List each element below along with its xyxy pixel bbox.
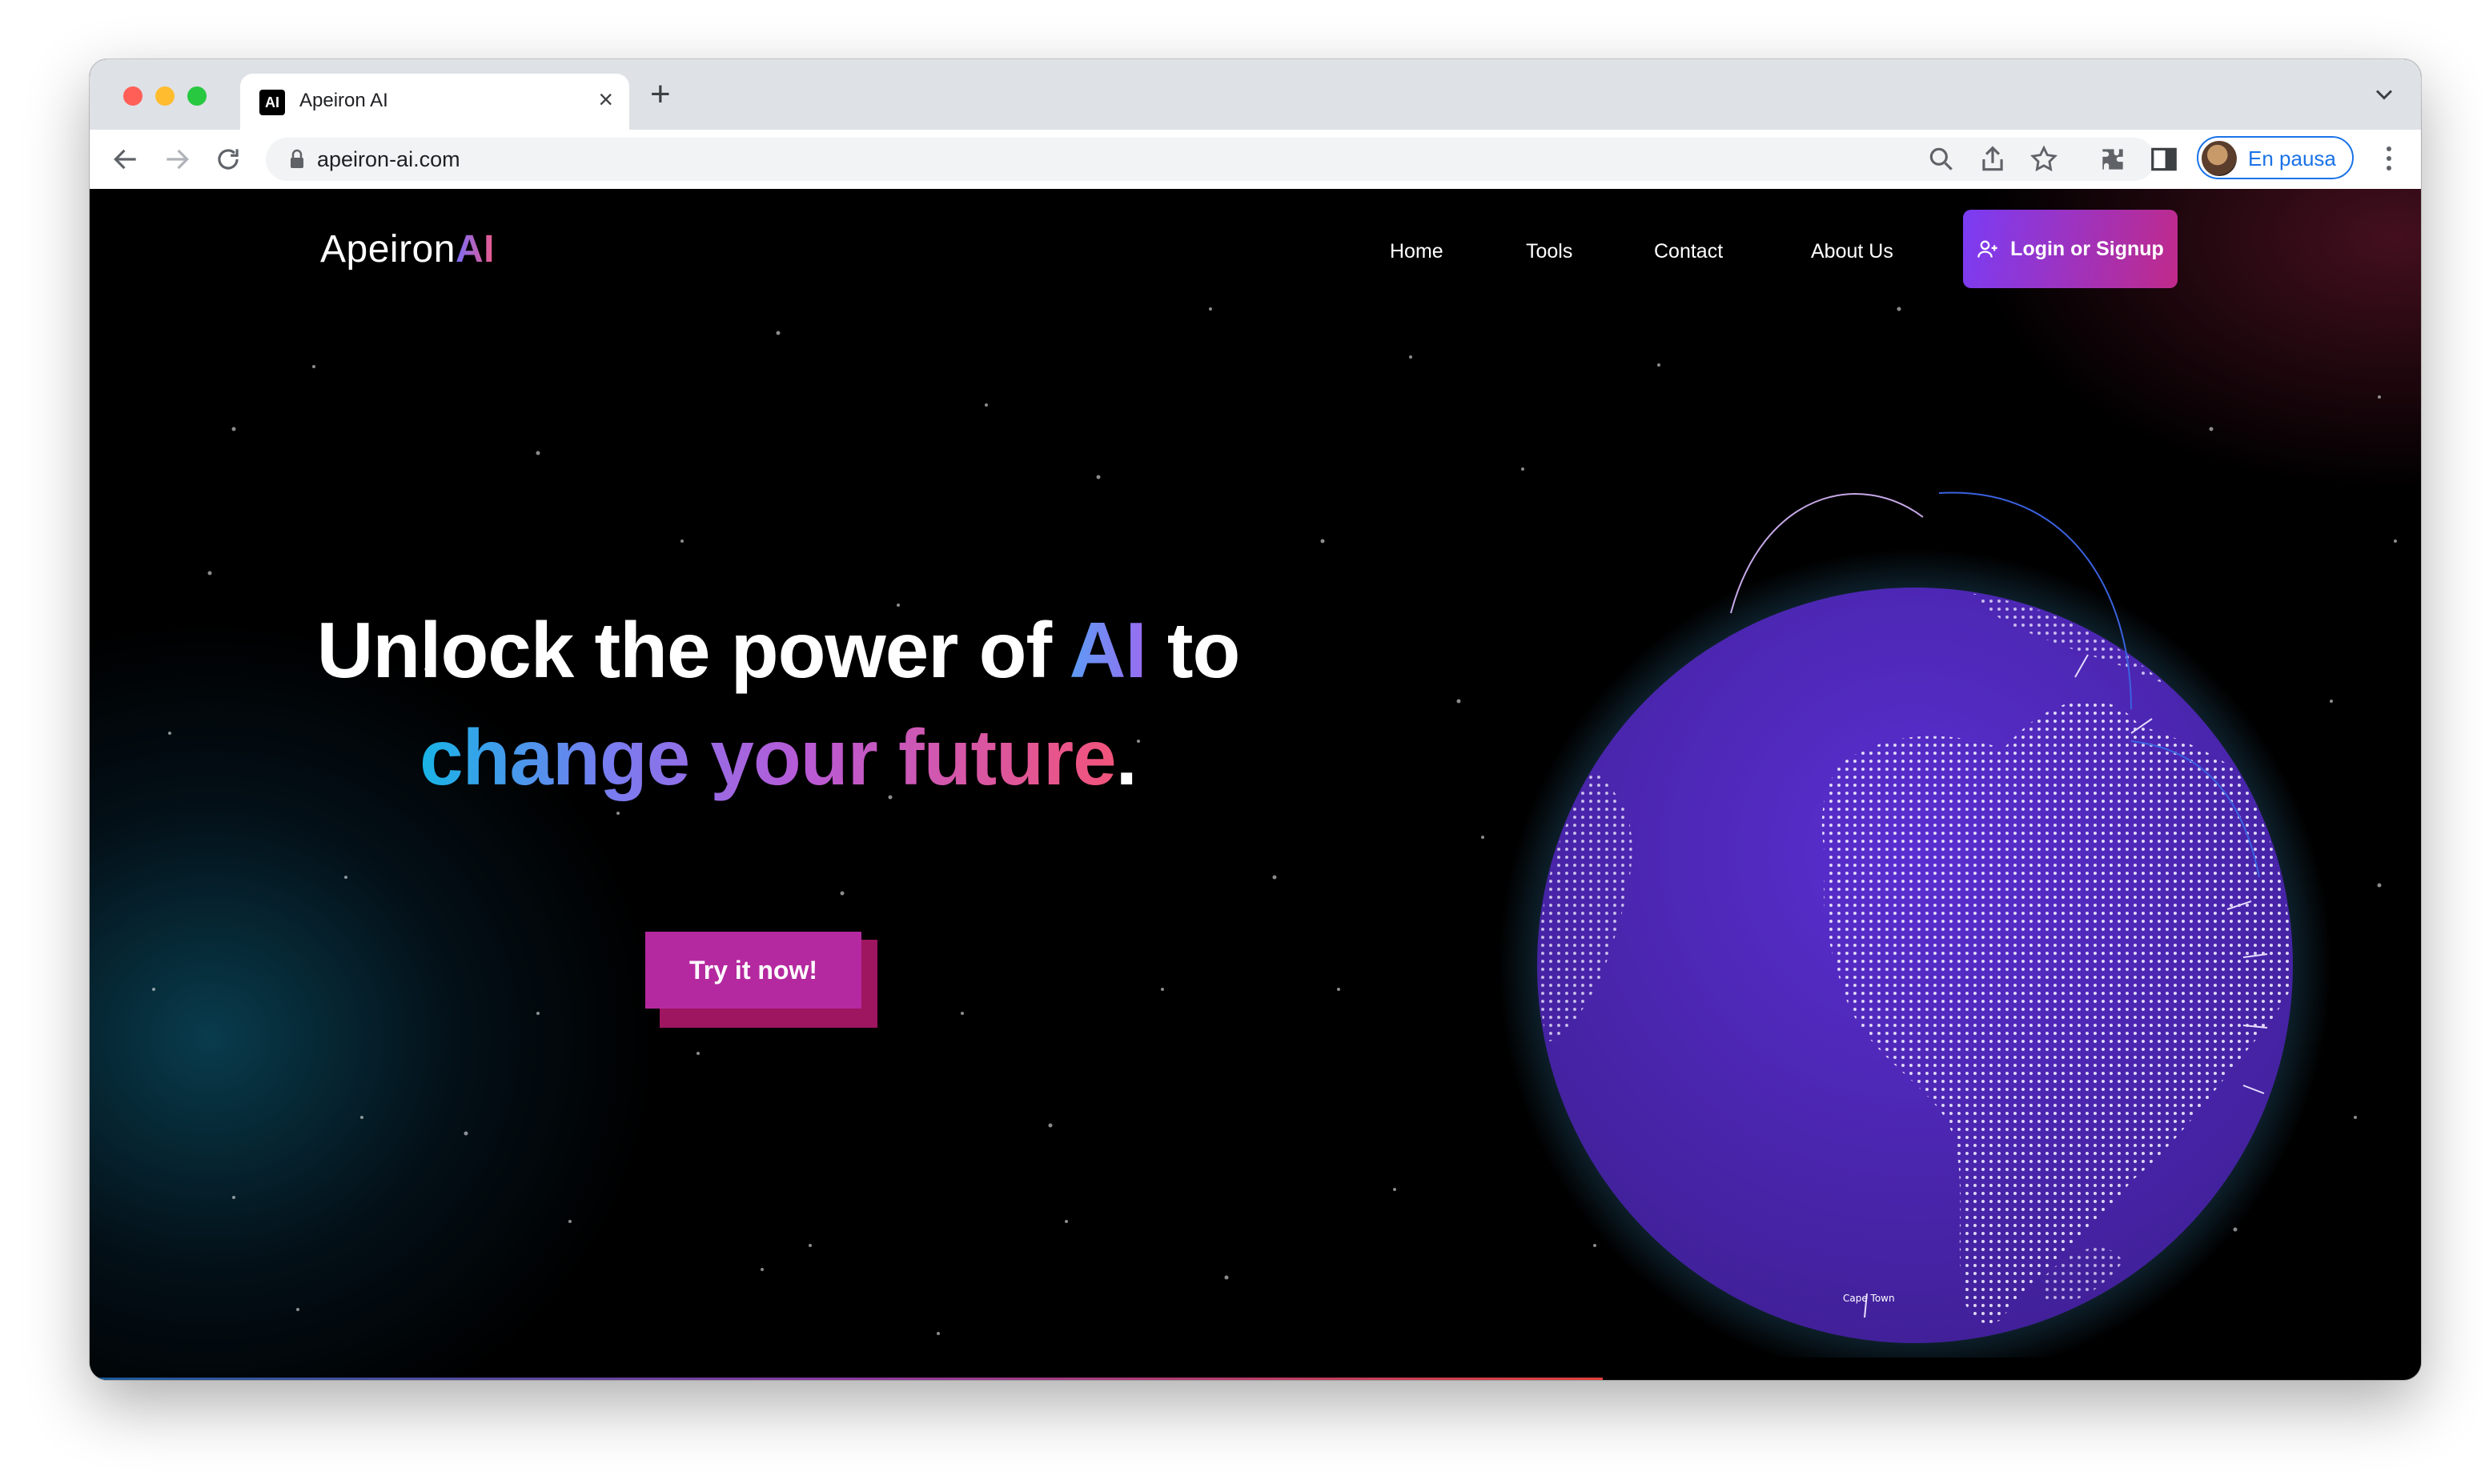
page-viewport: ApeironAI Home Tools Contact About Us Lo… xyxy=(90,189,2421,1380)
extensions-icon[interactable] xyxy=(2098,144,2128,174)
browser-menu-icon[interactable] xyxy=(2381,142,2397,174)
hero-text-start: Unlock the power of xyxy=(316,606,1070,694)
user-plus-icon xyxy=(1977,240,1997,258)
progress-line xyxy=(90,1378,1603,1380)
hero-period: . xyxy=(1115,713,1138,801)
browser-window: AI Apeiron AI × + apeiron-ai.com En paus… xyxy=(90,59,2421,1380)
lock-icon[interactable] xyxy=(288,149,306,170)
maximize-window-button[interactable] xyxy=(187,86,207,106)
share-icon[interactable] xyxy=(1977,144,2008,174)
reload-icon[interactable] xyxy=(213,144,243,174)
logo-text: Apeiron xyxy=(320,228,456,271)
hero-ai-highlight: AI xyxy=(1069,606,1147,694)
nav-home[interactable]: Home xyxy=(1390,240,1443,263)
zoom-search-icon[interactable] xyxy=(1926,144,1957,174)
profile-status-label: En pausa xyxy=(2248,146,2336,170)
tab-title: Apeiron AI xyxy=(299,90,388,111)
profile-button[interactable]: En pausa xyxy=(2197,136,2354,179)
tab-close-icon[interactable]: × xyxy=(598,86,613,112)
close-window-button[interactable] xyxy=(123,86,143,106)
city-label-cape-town: Cape Town xyxy=(1843,1293,1895,1304)
avatar xyxy=(2202,141,2237,176)
site-logo[interactable]: ApeironAI xyxy=(320,227,495,271)
browser-toolbar: apeiron-ai.com En pausa xyxy=(90,130,2421,190)
browser-tab[interactable]: AI Apeiron AI × xyxy=(240,74,629,130)
tab-search-chevron-icon[interactable] xyxy=(2370,80,2399,109)
url-text[interactable]: apeiron-ai.com xyxy=(317,147,460,172)
new-tab-icon[interactable]: + xyxy=(650,77,671,112)
minimize-window-button[interactable] xyxy=(155,86,175,106)
nav-tools[interactable]: Tools xyxy=(1526,240,1572,263)
hero-text-end: to xyxy=(1146,606,1241,694)
hero-headline-line2: change your future. xyxy=(90,712,1467,803)
bookmark-star-icon[interactable] xyxy=(2029,144,2059,174)
tab-strip: AI Apeiron AI × + xyxy=(90,59,2421,130)
globe-illustration: Cape Town xyxy=(1499,491,2331,1358)
address-bar[interactable]: apeiron-ai.com xyxy=(266,138,2155,181)
side-panel-icon[interactable] xyxy=(2149,144,2179,174)
try-it-now-button[interactable]: Try it now! xyxy=(645,932,861,1009)
favicon-icon: AI xyxy=(259,90,285,115)
login-signup-label: Login or Signup xyxy=(2010,237,2164,260)
login-signup-button[interactable]: Login or Signup xyxy=(1963,210,2178,288)
nav-about-us[interactable]: About Us xyxy=(1811,240,1893,263)
nav-contact[interactable]: Contact xyxy=(1654,240,1723,263)
hero-headline-line1: Unlock the power of AI to xyxy=(90,605,1467,696)
back-icon[interactable] xyxy=(110,144,141,174)
hero-gradient-text: change your future xyxy=(420,713,1117,801)
logo-accent: AI xyxy=(455,228,495,271)
forward-icon[interactable] xyxy=(162,144,192,174)
